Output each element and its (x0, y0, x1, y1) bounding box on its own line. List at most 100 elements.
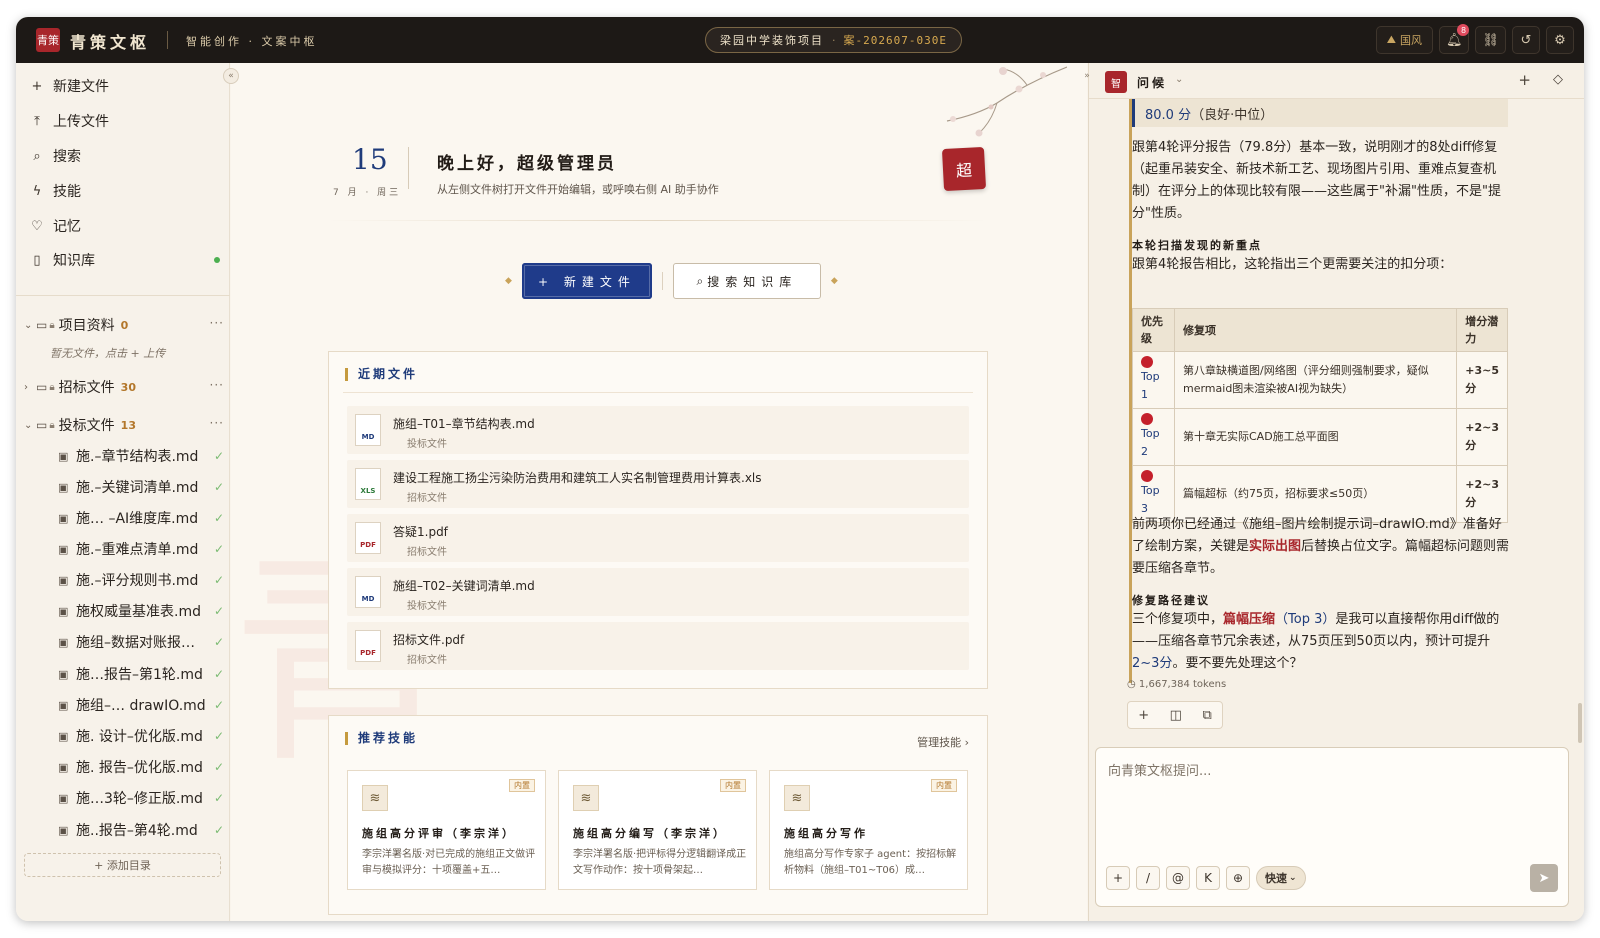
clock-icon: ◷ (1127, 679, 1136, 690)
file-name: 施…报告–第1轮.md (76, 667, 203, 683)
message-heading: 本轮扫描发现的新重点 (1132, 239, 1262, 252)
sidebar-item-new-file[interactable]: + 新建文件 (30, 73, 220, 99)
sidebar-item-label: 上传文件 (53, 114, 109, 130)
main-content: 青 15 7 月 · 周三 晚上好，超级管理员 从左侧文件树打开文件开始编辑，或… (231, 63, 1087, 921)
manage-skills-link[interactable]: 管理技能 › (917, 734, 969, 750)
pdf-file-icon: PDF (355, 522, 381, 554)
folder-icon: ▭ (36, 318, 48, 332)
file-item[interactable]: ▣ 施组–数据对账报… ✓ (58, 631, 224, 653)
more-icon[interactable]: ··· (210, 316, 224, 330)
file-item[interactable]: ▣ 施..报告–第4轮.md ✓ (58, 819, 224, 841)
sidebar-item-skills[interactable]: ϟ 技能 (30, 178, 220, 204)
history-icon: ↺ (1520, 32, 1532, 48)
recent-file-item[interactable]: MD 施组–T01–章节结构表.md 投标文件 (347, 406, 969, 454)
file-item[interactable]: ▣ 施.–关键词清单.md ✓ (58, 476, 224, 498)
folder-icon: ▭ (36, 418, 48, 432)
recent-file-item[interactable]: XLS 建设工程施工扬尘污染防治费用和建筑工人实名制管理费用计算表.xls 招标… (347, 460, 969, 508)
knowledge-button[interactable]: K (1196, 866, 1220, 890)
link-button[interactable]: ⛓ (1475, 26, 1506, 54)
sidebar-item-memory[interactable]: ♡ 记忆 (30, 213, 220, 239)
file-item[interactable]: ▣ 施…报告–第1轮.md ✓ (58, 663, 224, 685)
file-icon: ▣ (58, 729, 69, 743)
skill-card[interactable]: ≋ 内置 施组高分评审（李宗洋） 李宗洋署名版·对已完成的施组正文做评审与模拟评… (347, 770, 546, 890)
new-chat-button[interactable]: + (1518, 71, 1531, 89)
notification-button[interactable]: 🔔︎ 8 (1438, 24, 1470, 54)
send-button[interactable]: ➤ (1530, 864, 1558, 892)
attach-button[interactable]: + (1106, 866, 1130, 890)
mention-button[interactable]: @ (1166, 866, 1190, 890)
new-file-button[interactable]: + 新建文件 (521, 263, 652, 299)
mode-selector[interactable]: 快速 ⌄ (1256, 866, 1306, 890)
skill-card[interactable]: ≋ 内置 施组高分编写（李宗洋） 李宗洋署名版·把评标得分逻辑翻译成正文写作动作… (558, 770, 757, 890)
file-item[interactable]: ▣ 施. 报告–优化版.md ✓ (58, 756, 224, 778)
add-directory-button[interactable]: + 添加目录 (24, 853, 221, 877)
file-item[interactable]: ▣ 施权威量基准表.md ✓ (58, 600, 224, 622)
plus-icon: + (1112, 871, 1124, 885)
file-name: 施.–章节结构表.md (76, 449, 199, 465)
chevron-down-icon[interactable]: ⌄ (1175, 74, 1183, 85)
recent-files-title: 近期文件 (345, 368, 418, 381)
project-selector[interactable]: 梁园中学装饰项目 · 案-202607-030E (705, 27, 962, 53)
file-item[interactable]: ▣ 施…3轮–修正版.md ✓ (58, 787, 224, 809)
file-icon: ▣ (58, 667, 69, 681)
scrollbar[interactable] (1578, 703, 1582, 743)
folder-tender-files[interactable]: › ▭ 🔒︎ 招标文件 30 ··· (24, 376, 224, 398)
sidebar-item-search[interactable]: ⌕ 搜索 (30, 143, 220, 169)
search-knowledge-button[interactable]: ⌕ 搜索知识库 (672, 263, 821, 299)
file-item[interactable]: ▣ 施. 设计–优化版.md ✓ (58, 725, 224, 747)
check-icon: ✓ (213, 667, 224, 681)
file-name: 施组–数据对账报… (76, 635, 195, 651)
mode-label: 快速 (1265, 872, 1287, 885)
avatar[interactable]: 超 (941, 146, 987, 192)
file-item[interactable]: ▣ 施组–… drawIO.md ✓ (58, 694, 224, 716)
table-row: Top 1 第八章缺横道图/网络图（评分细则强制要求，疑似mermaid图未渲染… (1132, 351, 1508, 409)
more-icon[interactable]: ··· (210, 378, 224, 392)
file-name: 施. 设计–优化版.md (76, 729, 203, 745)
check-icon: ✓ (213, 635, 224, 649)
recent-file-item[interactable]: PDF 答疑1.pdf 招标文件 (347, 514, 969, 562)
file-item[interactable]: ▣ 施.–重难点清单.md ✓ (58, 538, 224, 560)
sidebar-item-upload[interactable]: ⤒ 上传文件 (30, 108, 220, 134)
history-button[interactable]: ↺ (1512, 26, 1540, 54)
settings-button[interactable]: ⚙ (1546, 26, 1574, 54)
upload-icon: ⤒ (34, 113, 40, 129)
score-value: 80.0 分 (1145, 108, 1192, 123)
chat-input[interactable] (1096, 748, 1568, 858)
conversation-title[interactable]: 问候 (1137, 74, 1167, 91)
card-divider (343, 392, 973, 393)
file-item[interactable]: ▣ 施.–评分规则书.md ✓ (58, 569, 224, 591)
file-item[interactable]: ▣ 施… –AI维度库.md ✓ (58, 507, 224, 529)
skill-card[interactable]: ≋ 内置 施组高分写作 施组高分写作专家子 agent：按招标解析物料（施组–T… (769, 770, 968, 890)
recent-file-category: 投标文件 (407, 439, 447, 450)
builtin-tag: 内置 (720, 779, 746, 792)
check-icon: ✓ (213, 604, 224, 618)
copy-icon[interactable]: ⧉ (1202, 708, 1211, 723)
table-header-cell: 增分潜力 (1456, 308, 1508, 352)
message-paragraph: 前两项你已经通过《施组–图片绘制提示词–drawIO.md》准备好了绘制方案，关… (1132, 514, 1510, 580)
file-icon: ▣ (58, 823, 69, 837)
plus-icon[interactable]: + (1138, 708, 1149, 723)
file-item[interactable]: ▣ 施.–章节结构表.md ✓ (58, 445, 224, 467)
folder-project-materials[interactable]: ⌄ ▭ 🔒︎ 项目资料 0 ··· (24, 314, 224, 336)
sidebar-divider (16, 295, 230, 296)
columns-icon[interactable]: ◫ (1170, 708, 1182, 723)
recent-file-item[interactable]: MD 施组–T02–关键词清单.md 投标文件 (347, 568, 969, 616)
web-button[interactable]: ⊕ (1226, 866, 1250, 890)
folder-bid-files[interactable]: ⌄ ▭ 🔒︎ 投标文件 13 ··· (24, 414, 224, 436)
eraser-icon[interactable]: ◇ (1553, 72, 1563, 87)
recent-file-item[interactable]: PDF 招标文件.pdf 招标文件 (347, 622, 969, 670)
slash-command-button[interactable]: / (1136, 866, 1160, 890)
diamond-icon: ◆ (830, 276, 838, 286)
sidebar-item-knowledge[interactable]: ▯ 知识库 (30, 247, 220, 273)
recent-file-name: 施组–T02–关键词清单.md (393, 579, 535, 593)
message-paragraph: 三个修复项中，篇幅压缩（Top 3）是我可以直接帮你用diff做的——压缩各章节… (1132, 609, 1510, 675)
date-divider (408, 147, 409, 189)
more-icon[interactable]: ··· (210, 416, 224, 430)
sidebar-collapse-button[interactable]: « (223, 68, 239, 84)
red-dot-icon (1141, 470, 1153, 482)
center-collapse-button[interactable]: » (1079, 68, 1095, 84)
folder-name: 项目资料 (58, 318, 115, 334)
theme-button[interactable]: ⛰ 国风 (1375, 26, 1433, 54)
file-name: 施权威量基准表.md (76, 604, 201, 620)
score-callout: 80.0 分（良好·中位） (1132, 99, 1508, 127)
